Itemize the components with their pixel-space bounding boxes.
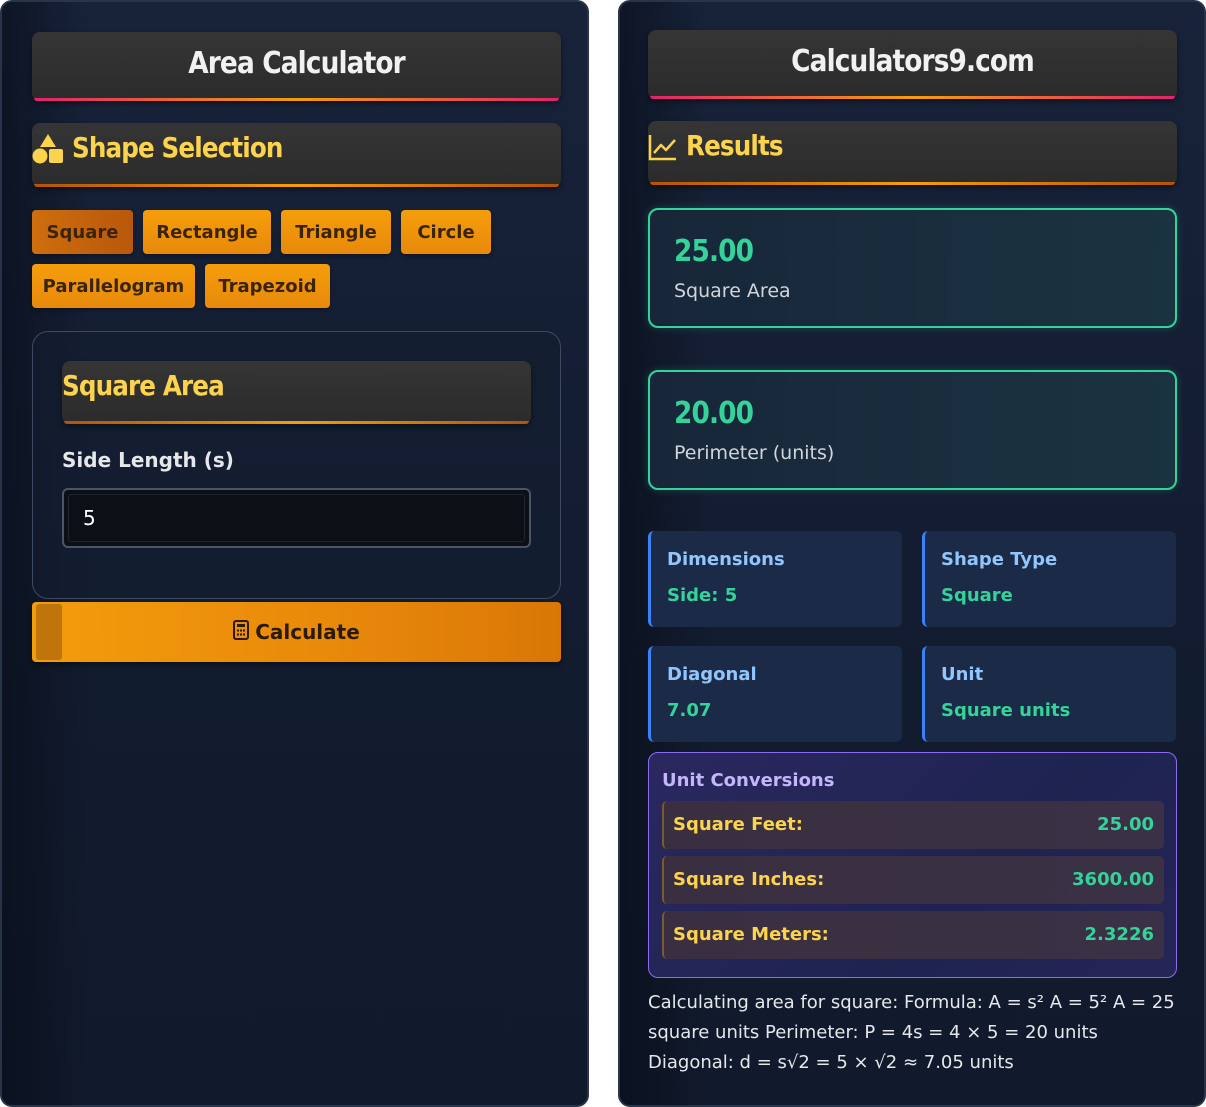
area-result-card: 25.00 Square Area [648, 208, 1177, 328]
calculator-title-bar: Area Calculator [32, 32, 561, 101]
conversion-value: 2.3226 [1084, 924, 1154, 945]
info-card-unit: Unit Square units [922, 646, 1176, 742]
info-card-dimensions: Dimensions Side: 5 [648, 531, 902, 627]
side-length-input[interactable] [68, 494, 525, 542]
calculation-explanation: Calculating area for square: Formula: A … [648, 992, 1175, 1073]
info-value: Side: 5 [667, 585, 738, 606]
area-value: 25.00 [674, 234, 754, 269]
chart-line-icon [648, 133, 678, 165]
conversion-name: Square Inches: [673, 869, 825, 890]
shape-button-triangle[interactable]: Triangle [281, 210, 391, 254]
conversion-name: Square Meters: [673, 924, 829, 945]
info-value: 7.07 [667, 700, 712, 721]
site-title-bar: Calculators9.com [648, 30, 1177, 99]
conversion-value: 3600.00 [1072, 869, 1154, 890]
info-title: Dimensions [667, 549, 785, 570]
conversion-row: Square Feet: 25.00 [662, 801, 1164, 849]
shape-selection-title: Shape Selection [72, 131, 283, 164]
perimeter-result-card: 20.00 Perimeter (units) [648, 370, 1177, 490]
shape-button-parallelogram[interactable]: Parallelogram [32, 264, 195, 308]
info-title: Shape Type [941, 549, 1058, 570]
shape-button-trapezoid[interactable]: Trapezoid [205, 264, 330, 308]
perimeter-label: Perimeter (units) [674, 442, 835, 464]
info-value: Square [941, 585, 1013, 606]
perimeter-value: 20.00 [674, 396, 754, 431]
info-card-diagonal: Diagonal 7.07 [648, 646, 902, 742]
calculate-button-label: Calculate [255, 620, 360, 644]
info-card-shape-type: Shape Type Square [922, 531, 1176, 627]
calculator-icon [233, 619, 250, 645]
title-underline [34, 98, 559, 101]
conversion-name: Square Feet: [673, 814, 803, 835]
side-length-field-frame [62, 488, 531, 548]
info-title: Unit [941, 664, 984, 685]
unit-conversions-box: Unit Conversions Square Feet: 25.00 Squa… [648, 752, 1177, 978]
shape-selection-header: Shape Selection [32, 123, 561, 187]
shape-button-circle[interactable]: Circle [401, 210, 491, 254]
site-title: Calculators9.com [791, 44, 1035, 79]
calculate-button-content: Calculate [233, 619, 360, 645]
side-length-label: Side Length (s) [62, 448, 234, 472]
results-header: Results [648, 121, 1177, 185]
calculate-button[interactable]: Calculate [32, 602, 561, 662]
conversion-row: Square Inches: 3600.00 [662, 856, 1164, 904]
title-underline [650, 96, 1175, 99]
shapes-icon [32, 133, 64, 169]
info-title: Diagonal [667, 664, 757, 685]
form-title-underline [64, 421, 529, 424]
area-calculator-panel: Area Calculator Shape Selection Square R… [0, 0, 589, 1107]
form-header: Square Area [62, 361, 531, 424]
section-underline [34, 184, 559, 187]
unit-conversions-title: Unit Conversions [662, 770, 835, 791]
button-edge-mark [36, 604, 62, 660]
conversion-row: Square Meters: 2.3226 [662, 911, 1164, 959]
info-value: Square units [941, 700, 1071, 721]
calculator-title: Area Calculator [188, 46, 405, 81]
area-label: Square Area [674, 280, 791, 302]
form-title: Square Area [62, 369, 225, 402]
section-underline [650, 182, 1175, 185]
shape-button-rectangle[interactable]: Rectangle [143, 210, 271, 254]
conversion-value: 25.00 [1097, 814, 1154, 835]
shape-button-square[interactable]: Square [32, 210, 133, 254]
results-title: Results [686, 129, 784, 162]
